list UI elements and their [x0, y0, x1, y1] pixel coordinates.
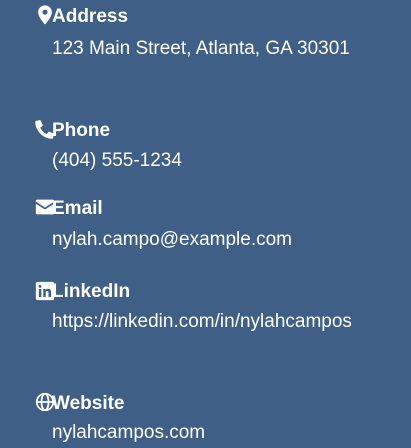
email-value[interactable]: nylah.campo@example.com — [52, 226, 411, 254]
contact-label: Email — [52, 198, 103, 219]
website-value[interactable]: nylahcampos.com — [52, 419, 411, 447]
address-value: 123 Main Street, Atlanta, GA 30301 — [52, 38, 350, 59]
linkedin-value[interactable]: https://linkedin.com/in/nylahcampos — [52, 308, 411, 336]
phone-value[interactable]: (404) 555-1234 — [52, 147, 411, 175]
contact-label: Website — [52, 393, 125, 414]
contact-info-list: Address 123 Main Street, Atlanta, GA 303… — [0, 0, 411, 448]
contact-label: Phone — [52, 120, 111, 141]
contact-label: LinkedIn — [52, 281, 131, 302]
contact-label: Address — [52, 6, 129, 27]
